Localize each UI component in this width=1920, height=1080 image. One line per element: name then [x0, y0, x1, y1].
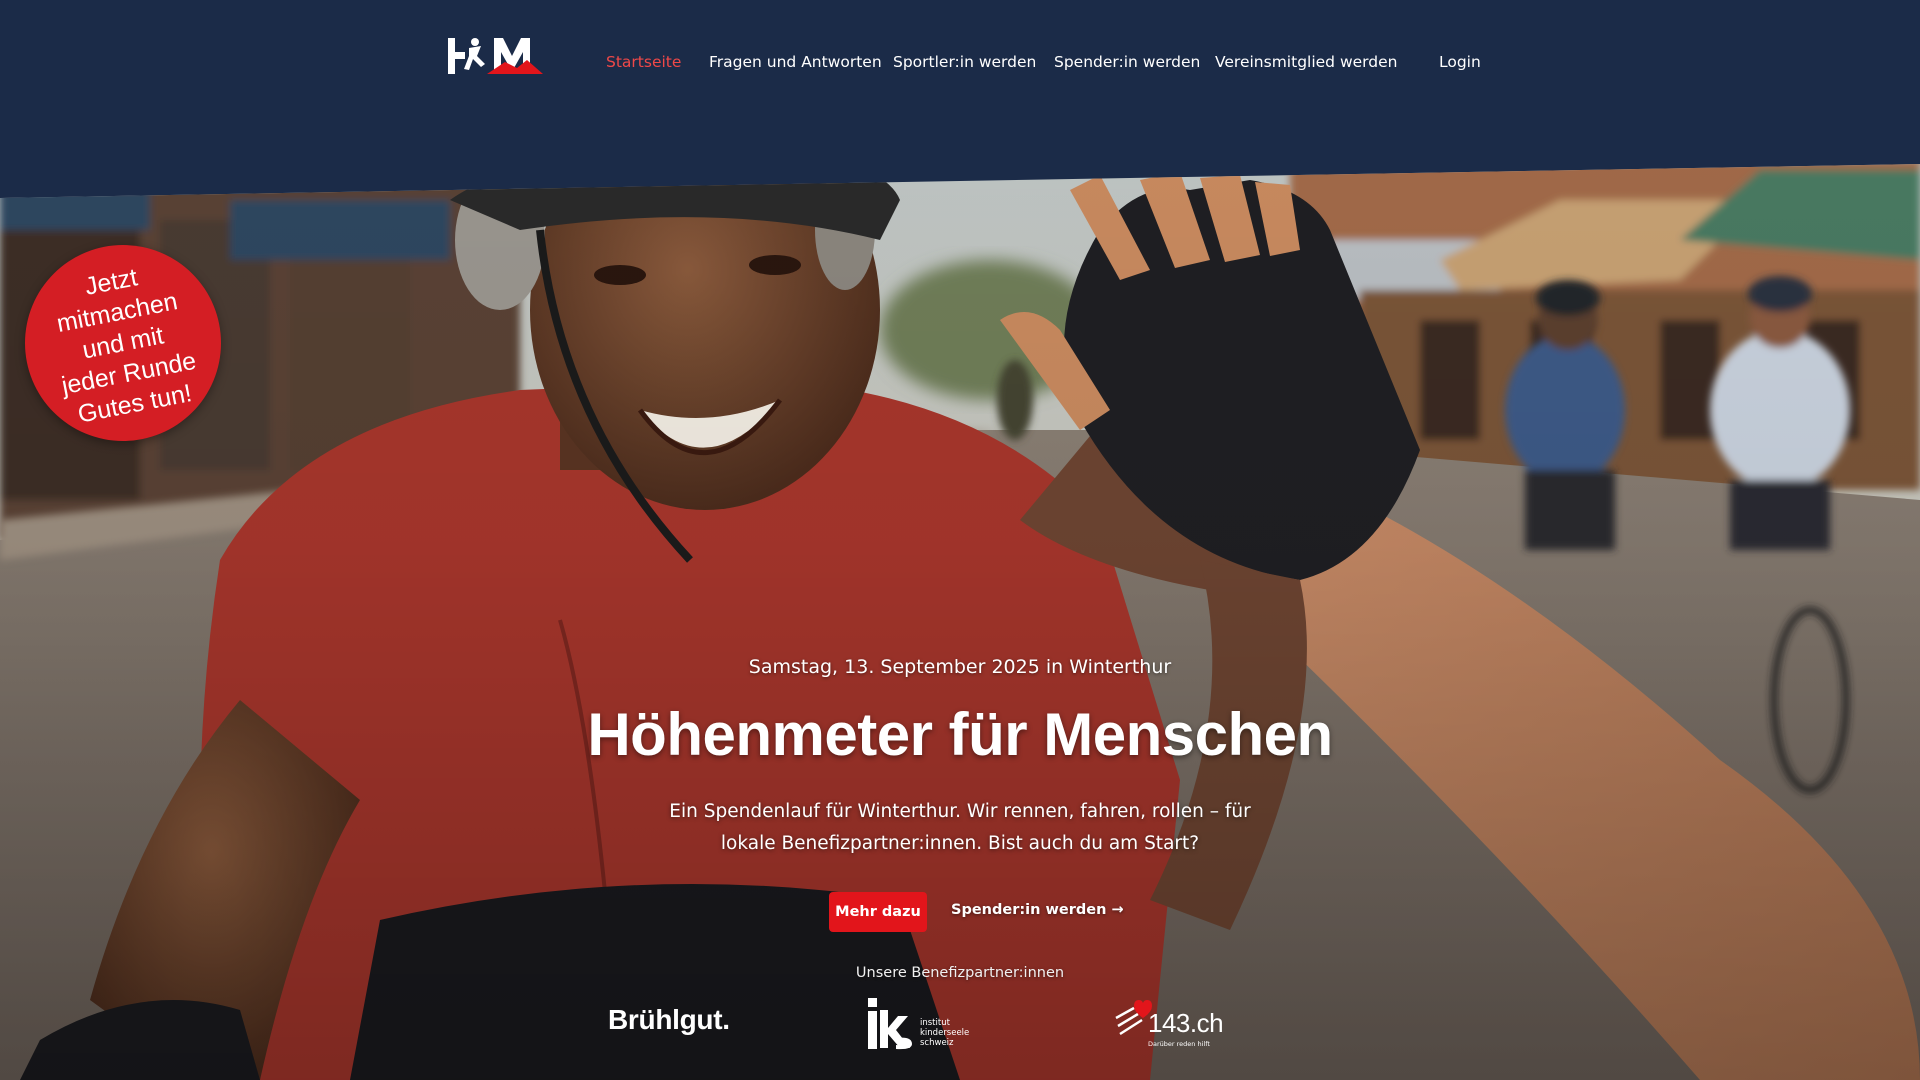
join-badge[interactable]: Jetzt mitmachen und mit jeder Runde Gute… — [25, 245, 221, 441]
iks-subtitle: institut kinderseele schweiz — [920, 1018, 970, 1048]
partner-143-name: 143.ch — [1148, 1008, 1224, 1038]
nav-sportler-werden[interactable]: Sportler:in werden — [893, 53, 1036, 71]
login-link[interactable]: Login — [1439, 53, 1481, 71]
hero-lead: Ein Spendenlauf für Winterthur. Wir renn… — [669, 801, 1251, 854]
nav-spender-werden[interactable]: Spender:in werden — [1054, 53, 1200, 71]
join-badge-text: Jetzt mitmachen und mit jeder Runde Gute… — [54, 262, 199, 429]
spender-werden-link[interactable]: Spender:in werden → — [951, 902, 1124, 918]
wave-lines-icon — [1115, 1000, 1152, 1036]
nav-fragen-und-antworten[interactable]: Fragen und Antworten — [709, 53, 882, 71]
partners-label: Unsere Benefizpartner:innen — [855, 965, 1065, 981]
event-date: Samstag, 13. September 2025 in Winterthu… — [748, 656, 1172, 678]
iks-mark-icon — [868, 998, 912, 1050]
hero-title: Höhenmeter für Menschen — [587, 701, 1333, 768]
nav-vereinsmitglied-werden[interactable]: Vereinsmitglied werden — [1215, 53, 1397, 71]
partner-143-logo[interactable]: 143.ch Darüber reden hilft — [1114, 998, 1224, 1050]
partner-143-tagline: Darüber reden hilft — [1148, 1040, 1210, 1048]
runner-logo-icon — [471, 38, 479, 46]
main-nav: Startseite Fragen und Antworten Sportler… — [0, 53, 1920, 75]
partner-iks-logo[interactable]: institut kinderseele schweiz — [866, 998, 976, 1052]
nav-startseite[interactable]: Startseite — [606, 53, 681, 71]
mehr-dazu-button[interactable]: Mehr dazu — [829, 892, 927, 932]
partner-bruehlgut-logo[interactable]: Brühlgut. — [608, 1004, 730, 1036]
